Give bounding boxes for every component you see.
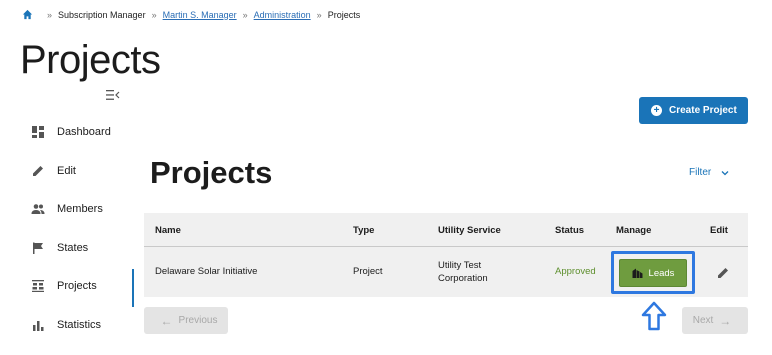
arrow-right-icon: → — [719, 313, 732, 328]
sidebar-item-edit[interactable]: Edit — [0, 152, 134, 191]
previous-label: Previous — [178, 315, 218, 326]
sidebar-item-dashboard[interactable]: Dashboard — [0, 113, 134, 152]
column-header-edit: Edit — [710, 225, 728, 236]
project-type: Project — [353, 266, 383, 277]
sidebar-item-label: Statistics — [57, 318, 102, 331]
column-header-manage: Manage — [616, 225, 652, 236]
breadcrumb-subscription-manager: Subscription Manager — [58, 9, 146, 20]
utility-line-1: Utility Test — [438, 260, 482, 271]
next-button[interactable]: Next → — [682, 307, 748, 334]
leads-label: Leads — [648, 267, 675, 279]
sidebar-item-label: Dashboard — [57, 126, 111, 139]
sidebar-item-states[interactable]: States — [0, 229, 134, 268]
leads-highlight-frame: Leads — [611, 251, 695, 294]
create-project-button[interactable]: + Create Project — [639, 97, 748, 124]
column-header-utility-service[interactable]: Utility Service — [438, 225, 501, 236]
project-name: Delaware Solar Initiative — [155, 266, 258, 277]
project-utility-service: Utility Test Corporation — [438, 259, 488, 285]
column-header-status[interactable]: Status — [555, 225, 584, 236]
sidebar-item-members[interactable]: Members — [0, 190, 134, 229]
dashboard-icon — [32, 126, 44, 139]
create-project-label: Create Project — [669, 105, 737, 116]
previous-button[interactable]: ← Previous — [144, 307, 228, 334]
edit-pencil-icon[interactable] — [716, 266, 730, 280]
home-icon[interactable] — [22, 9, 33, 20]
breadcrumb-link-manager[interactable]: Martin S. Manager — [163, 10, 237, 20]
collapse-sidebar-icon[interactable] — [106, 89, 120, 101]
filter-button[interactable]: Filter — [689, 167, 729, 178]
sidebar-item-label: Edit — [57, 164, 76, 177]
plus-icon: + — [651, 105, 662, 116]
chevron-down-icon — [721, 170, 729, 175]
table-header: Name Type Utility Service Status Manage … — [144, 213, 748, 247]
breadcrumb-separator: » — [316, 9, 322, 20]
column-header-name[interactable]: Name — [155, 225, 181, 236]
sidebar: Dashboard Edit Members States Projects S… — [0, 113, 134, 344]
next-label: Next — [692, 315, 714, 326]
bar-chart-icon — [33, 320, 44, 331]
building-icon — [632, 268, 643, 278]
sidebar-item-projects[interactable]: Projects — [0, 267, 134, 307]
arrow-left-icon: ← — [160, 313, 173, 328]
pencil-icon — [33, 165, 43, 176]
utility-line-2: Corporation — [438, 273, 488, 284]
sidebar-item-label: States — [57, 241, 89, 254]
breadcrumb-separator: » — [242, 9, 248, 20]
breadcrumb-current: Projects — [327, 9, 361, 20]
status-badge: Approved — [555, 266, 596, 277]
sidebar-item-label: Projects — [57, 280, 97, 293]
leads-button[interactable]: Leads — [619, 259, 687, 287]
flag-icon — [33, 242, 43, 254]
sidebar-item-statistics[interactable]: Statistics — [0, 306, 134, 345]
breadcrumb-separator: » — [47, 9, 53, 20]
solar-panel-icon — [32, 280, 44, 293]
breadcrumb-link-administration[interactable]: Administration — [254, 10, 311, 20]
sidebar-item-label: Members — [57, 203, 103, 216]
page-title: Projects — [20, 38, 161, 82]
breadcrumb: » Subscription Manager » Martin S. Manag… — [22, 9, 360, 20]
breadcrumb-separator: » — [151, 9, 157, 20]
people-icon — [31, 204, 45, 215]
section-title: Projects — [150, 155, 273, 190]
arrow-up-icon — [641, 301, 667, 331]
column-header-type[interactable]: Type — [353, 225, 374, 236]
filter-label: Filter — [689, 167, 712, 178]
